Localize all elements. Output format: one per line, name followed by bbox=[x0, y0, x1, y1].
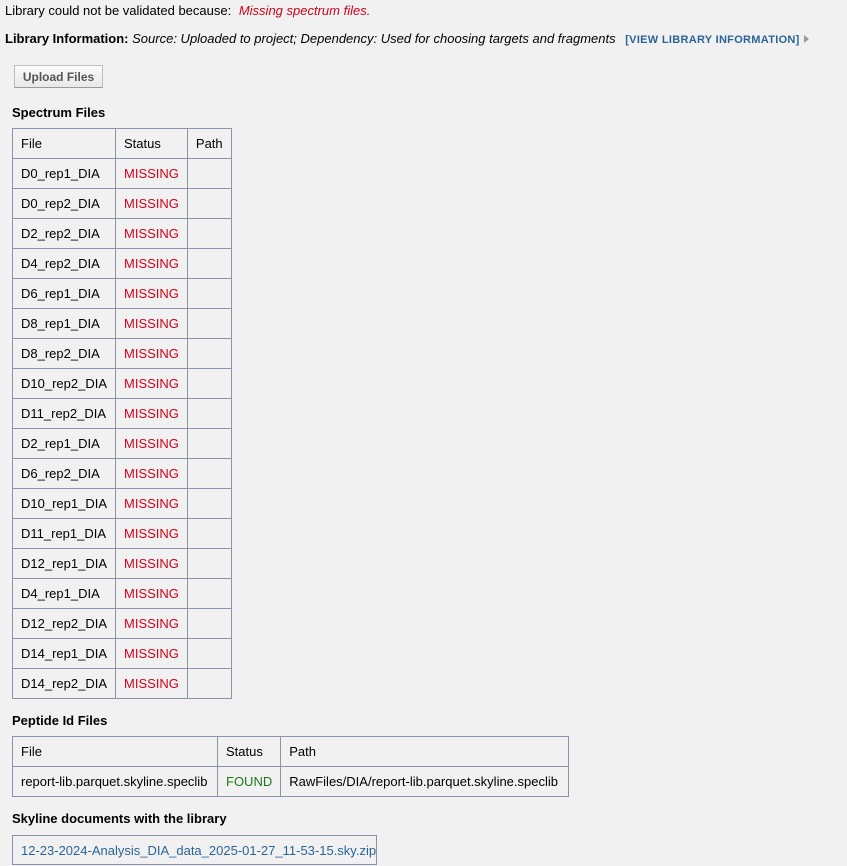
table-row: D0_rep2_DIA MISSING bbox=[12, 188, 232, 219]
status-cell: MISSING bbox=[115, 338, 188, 369]
library-info-label: Library Information: bbox=[5, 31, 129, 46]
file-cell: D0_rep1_DIA bbox=[12, 158, 116, 189]
path-cell: RawFiles/DIA/report-lib.parquet.skyline.… bbox=[280, 766, 570, 797]
status-cell: MISSING bbox=[115, 308, 188, 339]
path-cell bbox=[186, 248, 232, 279]
table-header-row: File Status Path bbox=[12, 128, 232, 159]
status-cell: MISSING bbox=[115, 278, 188, 309]
column-header-status: Status bbox=[115, 128, 188, 159]
table-row: report-lib.parquet.skyline.speclib FOUND R… bbox=[12, 766, 570, 797]
file-cell: report-lib.parquet.skyline.speclib bbox=[12, 766, 218, 797]
column-header-status: Status bbox=[216, 736, 282, 767]
file-cell: D4_rep1_DIA bbox=[12, 578, 116, 609]
status-cell: MISSING bbox=[115, 398, 188, 429]
path-cell bbox=[186, 578, 232, 609]
status-cell: MISSING bbox=[115, 638, 188, 669]
column-header-file: File bbox=[12, 736, 218, 767]
table-row: D2_rep1_DIA MISSING bbox=[12, 428, 232, 459]
file-cell: D14_rep1_DIA bbox=[12, 638, 116, 669]
path-cell bbox=[186, 398, 232, 429]
status-cell: MISSING bbox=[115, 248, 188, 279]
file-cell: D2_rep1_DIA bbox=[12, 428, 116, 459]
file-cell: D10_rep2_DIA bbox=[12, 368, 116, 399]
table-row: D10_rep1_DIA MISSING bbox=[12, 488, 232, 519]
peptide-id-files-table: File Status Path report-lib.parquet.skyl… bbox=[12, 736, 570, 797]
path-cell bbox=[186, 158, 232, 189]
column-header-path: Path bbox=[186, 128, 232, 159]
table-row: D12_rep1_DIA MISSING bbox=[12, 548, 232, 579]
library-info: Library Information: Source: Uploaded to… bbox=[5, 31, 809, 46]
status-cell: MISSING bbox=[115, 548, 188, 579]
table-row: D6_rep1_DIA MISSING bbox=[12, 278, 232, 309]
table-row: D4_rep2_DIA MISSING bbox=[12, 248, 232, 279]
path-cell bbox=[186, 488, 232, 519]
expand-arrow-icon[interactable] bbox=[803, 35, 809, 43]
file-cell: D12_rep1_DIA bbox=[12, 548, 116, 579]
table-row: D14_rep1_DIA MISSING bbox=[12, 638, 232, 669]
file-cell: D2_rep2_DIA bbox=[12, 218, 116, 249]
file-cell: D11_rep2_DIA bbox=[12, 398, 116, 429]
table-row: D8_rep1_DIA MISSING bbox=[12, 308, 232, 339]
upload-files-button[interactable]: Upload Files bbox=[14, 65, 103, 88]
library-info-text: Source: Uploaded to project; Dependency:… bbox=[132, 31, 616, 46]
file-cell: D11_rep1_DIA bbox=[12, 518, 116, 549]
skyline-document-link[interactable]: 12-23-2024-Analysis_DIA_data_2025-01-27_… bbox=[12, 835, 377, 865]
spectrum-files-title: Spectrum Files bbox=[12, 105, 106, 120]
table-row: D14_rep2_DIA MISSING bbox=[12, 668, 232, 699]
table-row: D12_rep2_DIA MISSING bbox=[12, 608, 232, 639]
skyline-documents-title: Skyline documents with the library bbox=[12, 811, 227, 826]
status-cell: FOUND bbox=[216, 766, 282, 797]
table-row: D6_rep2_DIA MISSING bbox=[12, 458, 232, 489]
path-cell bbox=[186, 368, 232, 399]
validation-prefix: Library could not be validated because: bbox=[5, 3, 232, 18]
validation-error: Missing spectrum files. bbox=[238, 3, 371, 18]
table-row: D0_rep1_DIA MISSING bbox=[12, 158, 232, 189]
path-cell bbox=[186, 278, 232, 309]
table-row: D11_rep2_DIA MISSING bbox=[12, 398, 232, 429]
file-cell: D14_rep2_DIA bbox=[12, 668, 116, 699]
file-cell: D8_rep2_DIA bbox=[12, 338, 116, 369]
table-row: D2_rep2_DIA MISSING bbox=[12, 218, 232, 249]
path-cell bbox=[186, 458, 232, 489]
file-cell: D4_rep2_DIA bbox=[12, 248, 116, 279]
file-cell: D10_rep1_DIA bbox=[12, 488, 116, 519]
path-cell bbox=[186, 218, 232, 249]
status-cell: MISSING bbox=[115, 668, 188, 699]
status-cell: MISSING bbox=[115, 188, 188, 219]
status-cell: MISSING bbox=[115, 518, 188, 549]
path-cell bbox=[186, 428, 232, 459]
status-cell: MISSING bbox=[115, 578, 188, 609]
validation-message: Library could not be validated because: … bbox=[5, 3, 370, 18]
view-library-info-link[interactable]: [VIEW LIBRARY INFORMATION] bbox=[625, 34, 799, 46]
peptide-id-files-title: Peptide Id Files bbox=[12, 713, 108, 728]
path-cell bbox=[186, 548, 232, 579]
status-cell: MISSING bbox=[115, 458, 188, 489]
status-cell: MISSING bbox=[115, 608, 188, 639]
status-cell: MISSING bbox=[115, 368, 188, 399]
table-row: D11_rep1_DIA MISSING bbox=[12, 518, 232, 549]
status-cell: MISSING bbox=[115, 428, 188, 459]
status-cell: MISSING bbox=[115, 488, 188, 519]
path-cell bbox=[186, 188, 232, 219]
table-row: D10_rep2_DIA MISSING bbox=[12, 368, 232, 399]
path-cell bbox=[186, 518, 232, 549]
file-cell: D0_rep2_DIA bbox=[12, 188, 116, 219]
path-cell bbox=[186, 308, 232, 339]
path-cell bbox=[186, 338, 232, 369]
file-cell: D6_rep1_DIA bbox=[12, 278, 116, 309]
file-cell: D12_rep2_DIA bbox=[12, 608, 116, 639]
column-header-path: Path bbox=[280, 736, 570, 767]
status-cell: MISSING bbox=[115, 218, 188, 249]
column-header-file: File bbox=[12, 128, 116, 159]
file-cell: D8_rep1_DIA bbox=[12, 308, 116, 339]
spectrum-files-table: File Status Path D0_rep1_DIA MISSING D0_re… bbox=[12, 128, 232, 699]
table-row: D8_rep2_DIA MISSING bbox=[12, 338, 232, 369]
table-header-row: File Status Path bbox=[12, 736, 570, 767]
path-cell bbox=[186, 608, 232, 639]
path-cell bbox=[186, 638, 232, 669]
file-cell: D6_rep2_DIA bbox=[12, 458, 116, 489]
status-cell: MISSING bbox=[115, 158, 188, 189]
table-row: D4_rep1_DIA MISSING bbox=[12, 578, 232, 609]
path-cell bbox=[186, 668, 232, 699]
